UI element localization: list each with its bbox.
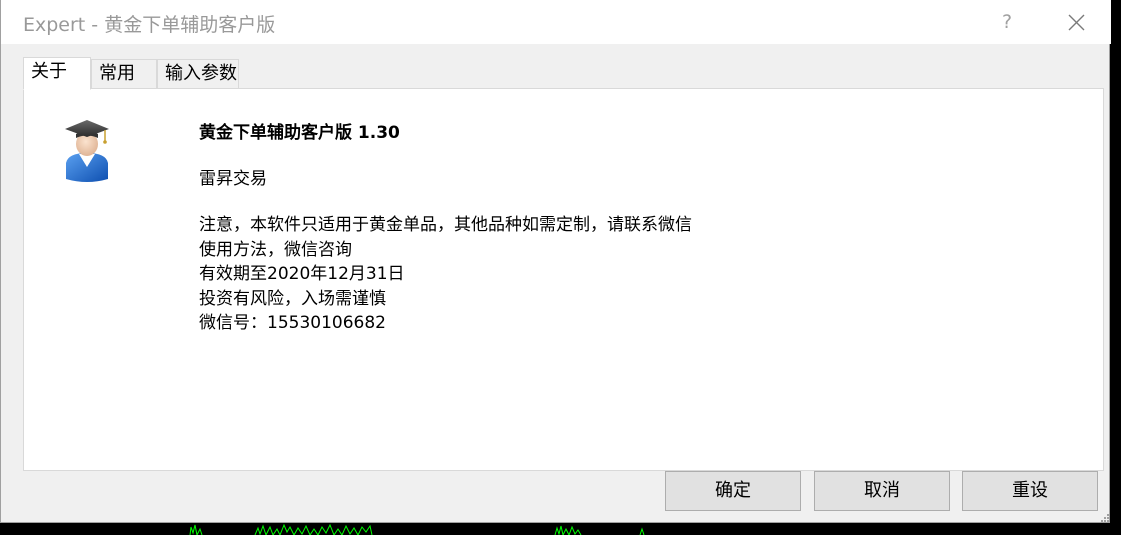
resize-grip-icon[interactable] (1099, 513, 1109, 522)
reset-button[interactable]: 重设 (962, 471, 1098, 511)
close-button[interactable] (1059, 6, 1093, 38)
tab-common[interactable]: 常用 (91, 59, 157, 89)
product-title: 黄金下单辅助客户版 1.30 (199, 123, 400, 143)
company-name: 雷昇交易 (199, 169, 267, 189)
tab-bar: 关于 常用 输入参数 (23, 57, 1103, 90)
description: 注意，本软件只适用于黄金单品，其他品种如需定制，请联系微信 使用方法，微信咨询 … (199, 213, 692, 336)
background-chart (189, 523, 645, 535)
expert-dialog: Expert - 黄金下单辅助客户版 ? 关于 常用 输入参数 黄金下单辅助客户… (0, 0, 1111, 523)
help-button[interactable]: ? (993, 6, 1021, 38)
description-line: 有效期至2020年12月31日 (199, 264, 405, 284)
close-icon (1068, 14, 1085, 31)
tab-input-parameters[interactable]: 输入参数 (157, 59, 239, 89)
title-bar[interactable]: Expert - 黄金下单辅助客户版 ? (1, 0, 1111, 44)
description-line: 注意，本软件只适用于黄金单品，其他品种如需定制，请联系微信 (199, 215, 692, 235)
about-info: 黄金下单辅助客户版 1.30 雷昇交易 注意，本软件只适用于黄金单品，其他品种如… (199, 120, 692, 336)
description-line: 使用方法，微信咨询 (199, 239, 352, 260)
window-title: Expert - 黄金下单辅助客户版 (23, 14, 276, 36)
expert-advisor-icon (65, 120, 109, 182)
ok-button[interactable]: 确定 (665, 471, 801, 511)
tab-about[interactable]: 关于 (23, 57, 91, 90)
description-line: 微信号：15530106682 (199, 313, 386, 333)
description-line: 投资有风险，入场需谨慎 (199, 288, 386, 309)
cancel-button[interactable]: 取消 (814, 471, 950, 511)
about-panel: 黄金下单辅助客户版 1.30 雷昇交易 注意，本软件只适用于黄金单品，其他品种如… (23, 88, 1104, 471)
